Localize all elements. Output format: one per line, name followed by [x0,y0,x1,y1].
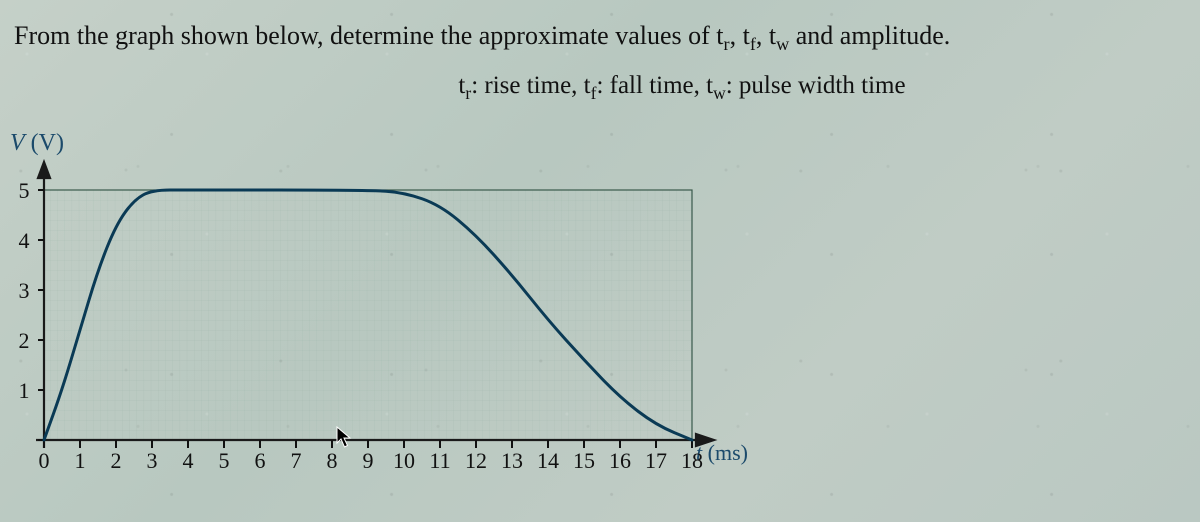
svg-text:6: 6 [255,448,266,473]
svg-text:1: 1 [75,448,86,473]
grid-area [44,190,692,440]
svg-text:18: 18 [681,448,703,473]
svg-text:13: 13 [501,448,523,473]
y-ticks: 1 2 3 4 5 [19,178,45,440]
svg-text:7: 7 [291,448,302,473]
question-line2: tr: rise time, tf: fall time, tw: pulse … [14,68,1190,106]
question-text: From the graph shown below, determine th… [14,18,1190,105]
svg-text:2: 2 [111,448,122,473]
svg-text:12: 12 [465,448,487,473]
svg-text:5: 5 [19,178,30,203]
svg-text:16: 16 [609,448,631,473]
svg-text:9: 9 [363,448,374,473]
svg-text:17: 17 [645,448,667,473]
svg-text:4: 4 [183,448,194,473]
svg-text:0: 0 [39,448,50,473]
svg-text:5: 5 [219,448,230,473]
svg-text:15: 15 [573,448,595,473]
svg-text:11: 11 [429,448,450,473]
chart-svg: 1 2 3 4 5 0 1 2 3 4 5 6 7 8 9 10 11 12 1… [14,150,714,490]
svg-text:4: 4 [19,228,30,253]
question-line1: From the graph shown below, determine th… [14,21,950,50]
svg-text:2: 2 [19,328,30,353]
svg-text:8: 8 [327,448,338,473]
chart-container: V (V) t (ms) 1 2 3 4 5 [0,130,760,500]
x-ticks: 0 1 2 3 4 5 6 7 8 9 10 11 12 13 14 15 16… [39,440,704,473]
svg-text:1: 1 [19,378,30,403]
svg-text:10: 10 [393,448,415,473]
svg-text:3: 3 [19,278,30,303]
svg-text:3: 3 [147,448,158,473]
svg-text:14: 14 [537,448,559,473]
